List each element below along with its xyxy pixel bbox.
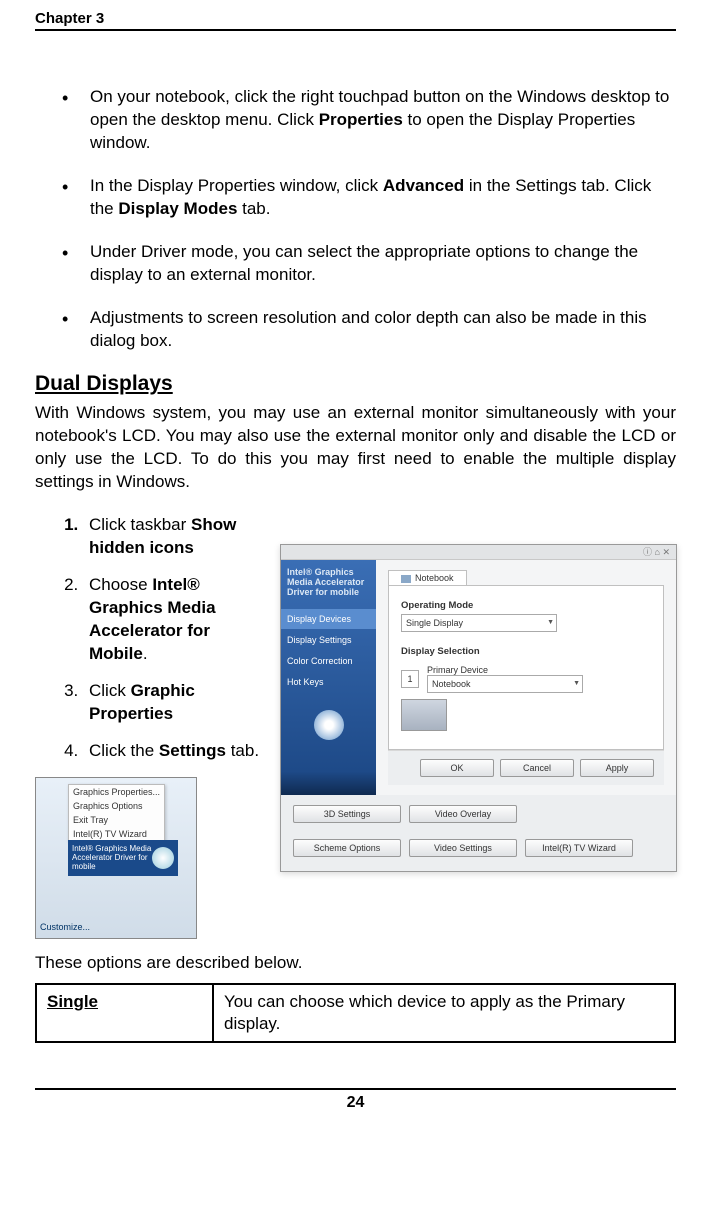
menu-item-graphics-properties[interactable]: Graphics Properties...	[69, 785, 164, 799]
step-item: Click Graphic Properties	[83, 680, 265, 726]
3d-settings-button[interactable]: 3D Settings	[293, 805, 401, 823]
intel-sidebar-logo: Intel® Graphics Media Accelerator Driver…	[281, 568, 376, 608]
bullet-item: Adjustments to screen resolution and col…	[35, 307, 676, 353]
dual-displays-paragraph: With Windows system, you may use an exte…	[35, 402, 676, 494]
tab-notebook[interactable]: Notebook	[388, 570, 467, 585]
customize-link[interactable]: Customize...	[40, 922, 90, 932]
monitor-icon	[401, 575, 411, 583]
intel-logo-icon	[152, 847, 174, 869]
primary-device-label: Primary Device	[427, 665, 583, 675]
option-desc-cell: You can choose which device to apply as …	[213, 984, 675, 1042]
table-row: Single You can choose which device to ap…	[36, 984, 675, 1042]
sidebar-item-color-correction[interactable]: Color Correction	[281, 651, 376, 671]
chapter-header: Chapter 3	[35, 10, 676, 31]
page-number: 24	[35, 1088, 676, 1112]
primary-device-select[interactable]: Notebook	[427, 675, 583, 693]
window-titlebar: ⓘ ⌂ ✕	[281, 545, 676, 560]
scheme-options-button[interactable]: Scheme Options	[293, 839, 401, 857]
step-item: Click taskbar Show hidden icons	[83, 514, 265, 560]
intel-driver-tooltip: Intel® Graphics Media Accelerator Driver…	[68, 840, 178, 876]
intel-logo-icon	[314, 710, 344, 740]
bullet-item: On your notebook, click the right touchp…	[35, 86, 676, 155]
bullet-item: In the Display Properties window, click …	[35, 175, 676, 221]
operating-mode-label: Operating Mode	[401, 600, 651, 611]
sidebar-item-display-devices[interactable]: Display Devices	[281, 609, 376, 629]
bullet-list: On your notebook, click the right touchp…	[35, 86, 676, 352]
intel-sidebar: Intel® Graphics Media Accelerator Driver…	[281, 560, 376, 795]
tv-wizard-button[interactable]: Intel(R) TV Wizard	[525, 839, 633, 857]
menu-item-tv-wizard[interactable]: Intel(R) TV Wizard	[69, 827, 164, 841]
sidebar-item-display-settings[interactable]: Display Settings	[281, 630, 376, 650]
ok-button[interactable]: OK	[420, 759, 494, 777]
context-menu: Graphics Properties... Graphics Options …	[68, 784, 165, 842]
taskbar-screenshot: Graphics Properties... Graphics Options …	[35, 777, 197, 939]
step-item: Click the Settings tab.	[83, 740, 265, 763]
intel-settings-window: ⓘ ⌂ ✕ Intel® Graphics Media Accelerator …	[280, 544, 677, 872]
bullet-item: Under Driver mode, you can select the ap…	[35, 241, 676, 287]
step-item: Choose Intel® Graphics Media Accelerator…	[83, 574, 265, 666]
titlebar-icons[interactable]: ⓘ ⌂ ✕	[643, 547, 670, 557]
laptop-icon	[401, 699, 447, 731]
operating-mode-select[interactable]: Single Display	[401, 614, 557, 632]
apply-button[interactable]: Apply	[580, 759, 654, 777]
dual-displays-heading: Dual Displays	[35, 372, 676, 396]
option-name-cell: Single	[36, 984, 213, 1042]
cancel-button[interactable]: Cancel	[500, 759, 574, 777]
menu-item-exit-tray[interactable]: Exit Tray	[69, 813, 164, 827]
options-caption: These options are described below.	[35, 953, 676, 973]
menu-item-graphics-options[interactable]: Graphics Options	[69, 799, 164, 813]
sidebar-item-hot-keys[interactable]: Hot Keys	[281, 672, 376, 692]
options-table: Single You can choose which device to ap…	[35, 983, 676, 1043]
display-selection-label: Display Selection	[401, 646, 651, 657]
steps-list: Click taskbar Show hidden icons Choose I…	[35, 514, 265, 762]
display-number-box: 1	[401, 670, 419, 688]
video-settings-button[interactable]: Video Settings	[409, 839, 517, 857]
video-overlay-button[interactable]: Video Overlay	[409, 805, 517, 823]
